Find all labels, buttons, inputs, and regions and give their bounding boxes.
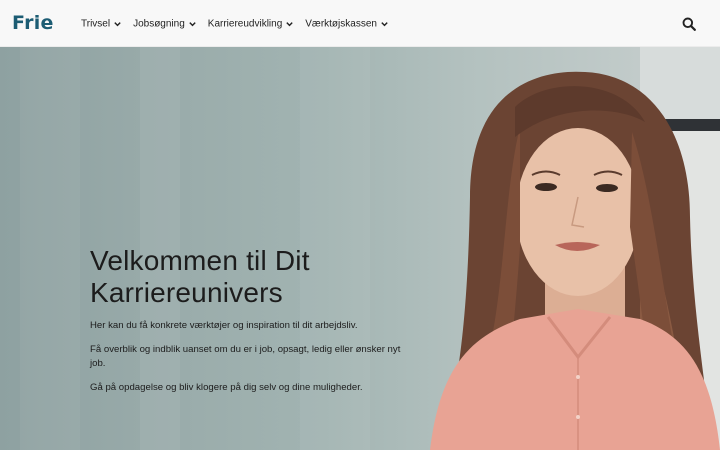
nav-label: Karriereudvikling — [207, 18, 283, 30]
nav-item-karriereudvikling[interactable]: Karriereudvikling — [208, 19, 294, 30]
chevron-down-icon — [286, 22, 293, 27]
hero-paragraph: Gå på opdagelse og bliv klogere på dig s… — [90, 382, 363, 393]
nav-item-jobsogning[interactable]: Jobsøgning — [133, 19, 197, 30]
nav-label: Trivsel — [81, 18, 111, 30]
nav-item-vaerktojskassen[interactable]: Værktøjskassen — [305, 19, 389, 30]
hero-content: Velkommen til Dit Karriereunivers Her ka… — [90, 245, 410, 405]
chevron-down-icon — [381, 22, 388, 27]
chevron-down-icon — [189, 22, 196, 27]
hero-section: Velkommen til Dit Karriereunivers Her ka… — [0, 47, 720, 450]
nav-label: Værktøjskassen — [305, 18, 377, 30]
logo[interactable]: Frie — [12, 12, 54, 34]
hero-paragraph: Her kan du få konkrete værktøjer og insp… — [90, 320, 358, 331]
hero-title: Velkommen til Dit Karriereunivers — [90, 245, 310, 308]
site-header: Frie Trivsel Jobsøgning Karriereudviklin… — [0, 0, 720, 47]
chevron-down-icon — [114, 22, 121, 27]
nav-label: Jobsøgning — [133, 18, 185, 30]
nav-item-trivsel[interactable]: Trivsel — [81, 19, 122, 30]
search-icon[interactable] — [682, 17, 696, 31]
hero-paragraph: Få overblik og indblik uanset om du er i… — [90, 344, 401, 369]
main-nav: Trivsel Jobsøgning Karriereudvikling Vær… — [81, 19, 389, 30]
